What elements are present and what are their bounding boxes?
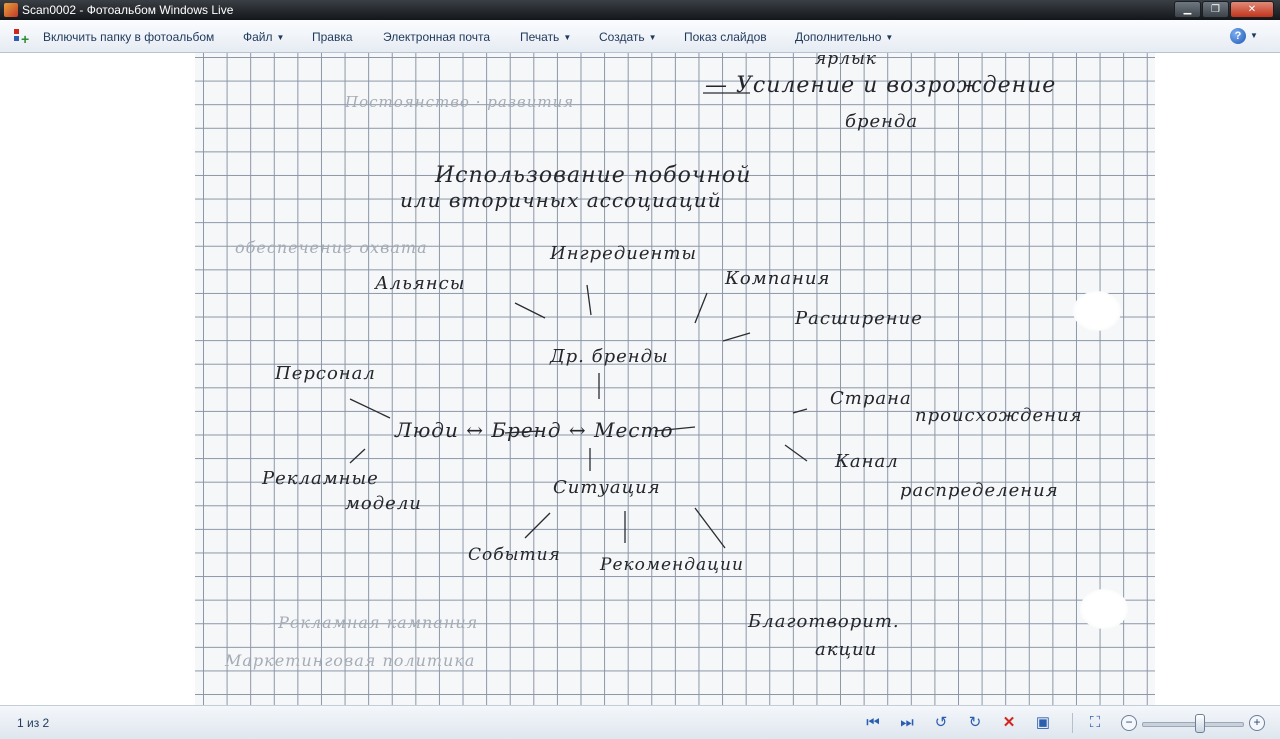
note-line: Ситуация (553, 477, 661, 498)
add-folder-menu-item[interactable]: Включить папку в фотоальбом (43, 29, 214, 45)
extras-menu[interactable]: Дополнительно ▼ (795, 29, 893, 45)
email-menu[interactable]: Электронная почта (383, 29, 490, 45)
chevron-down-icon: ▼ (276, 33, 285, 42)
scanned-notebook-page: Постоянство · развития обеспечение охват… (195, 53, 1155, 705)
first-page-icon[interactable]: ⏮ (864, 714, 882, 732)
help-icon[interactable]: ? (1230, 28, 1246, 44)
chevron-down-icon: ▼ (885, 33, 894, 42)
rotate-left-icon[interactable]: ↺ (932, 714, 950, 732)
edit-menu[interactable]: Правка (312, 29, 353, 45)
zoom-slider-track[interactable] (1142, 722, 1244, 727)
menu-bar: + Включить папку в фотоальбом Файл ▼ Прав… (0, 20, 1280, 53)
note-line: происхождения (915, 405, 1083, 426)
zoom-slider-thumb[interactable] (1195, 714, 1205, 733)
create-menu[interactable]: Создать ▼ (599, 29, 657, 45)
note-heading: или вторичных ассоциаций (400, 188, 722, 212)
note-line: События (468, 545, 561, 565)
help-chevron-down-icon[interactable]: ▼ (1250, 31, 1258, 40)
print-menu[interactable]: Печать ▼ (520, 29, 571, 45)
note-line: Компания (725, 268, 831, 289)
note-line: Страна (830, 388, 912, 409)
note-line: распределения (900, 480, 1059, 501)
print-menu-label: Печать (520, 30, 560, 44)
delete-icon[interactable]: ✕ (1000, 714, 1018, 732)
photo-gallery-app-icon[interactable] (4, 3, 18, 17)
note-line: акции (815, 639, 878, 660)
file-menu[interactable]: Файл ▼ (243, 29, 284, 45)
next-page-icon[interactable]: ⏭ (898, 714, 916, 732)
chevron-down-icon: ▼ (563, 33, 572, 42)
title-bar: Scan0002 - Фотоальбом Windows Live ▁ ❐ ✕ (0, 0, 1280, 20)
note-line: Благотворит. (748, 611, 900, 632)
maximize-button[interactable]: ❐ (1202, 1, 1229, 18)
note-line: Рекомендации (600, 555, 744, 575)
slideshow-icon[interactable]: ▣ (1034, 714, 1052, 732)
note-line: Рекламные (262, 468, 379, 489)
window-controls: ▁ ❐ ✕ (1173, 1, 1274, 18)
navigation-bar: 1 из 2 ⏮ ⏭ ↺ ↻ ✕ ▣ ⛶ − + (0, 705, 1280, 739)
note-line: ярлык (815, 53, 877, 69)
extras-menu-label: Дополнительно (795, 30, 882, 44)
zoom-out-icon[interactable]: − (1121, 715, 1137, 731)
page-counter: 1 из 2 (17, 716, 50, 730)
note-line: Альянсы (375, 273, 466, 294)
note-line: модели (345, 493, 422, 514)
file-menu-label: Файл (243, 30, 273, 44)
window-title: Scan0002 - Фотоальбом Windows Live (22, 3, 234, 17)
slideshow-menu[interactable]: Показ слайдов (684, 29, 767, 45)
note-line: Персонал (275, 363, 376, 384)
note-line: Канал (835, 451, 899, 472)
note-line: — Усиление и возрождение (705, 73, 1057, 98)
note-center: Люди ↔ Бренд ↔ Место (395, 418, 674, 442)
note-line: Расширение (795, 308, 923, 329)
minimize-button[interactable]: ▁ (1174, 1, 1201, 18)
fit-to-window-icon[interactable]: ⛶ (1086, 714, 1104, 732)
note-line: Ингредиенты (550, 243, 698, 264)
note-line: Др. бренды (550, 346, 669, 367)
rotate-right-icon[interactable]: ↻ (966, 714, 984, 732)
note-heading: Использование побочной (435, 163, 752, 188)
chevron-down-icon: ▼ (648, 33, 657, 42)
zoom-in-icon[interactable]: + (1249, 715, 1265, 731)
photo-viewer[interactable]: Постоянство · развития обеспечение охват… (0, 53, 1280, 705)
add-folder-icon[interactable]: + (14, 29, 29, 46)
separator (1072, 713, 1073, 733)
note-line: бренда (845, 111, 919, 132)
create-menu-label: Создать (599, 30, 645, 44)
close-button[interactable]: ✕ (1230, 1, 1274, 18)
